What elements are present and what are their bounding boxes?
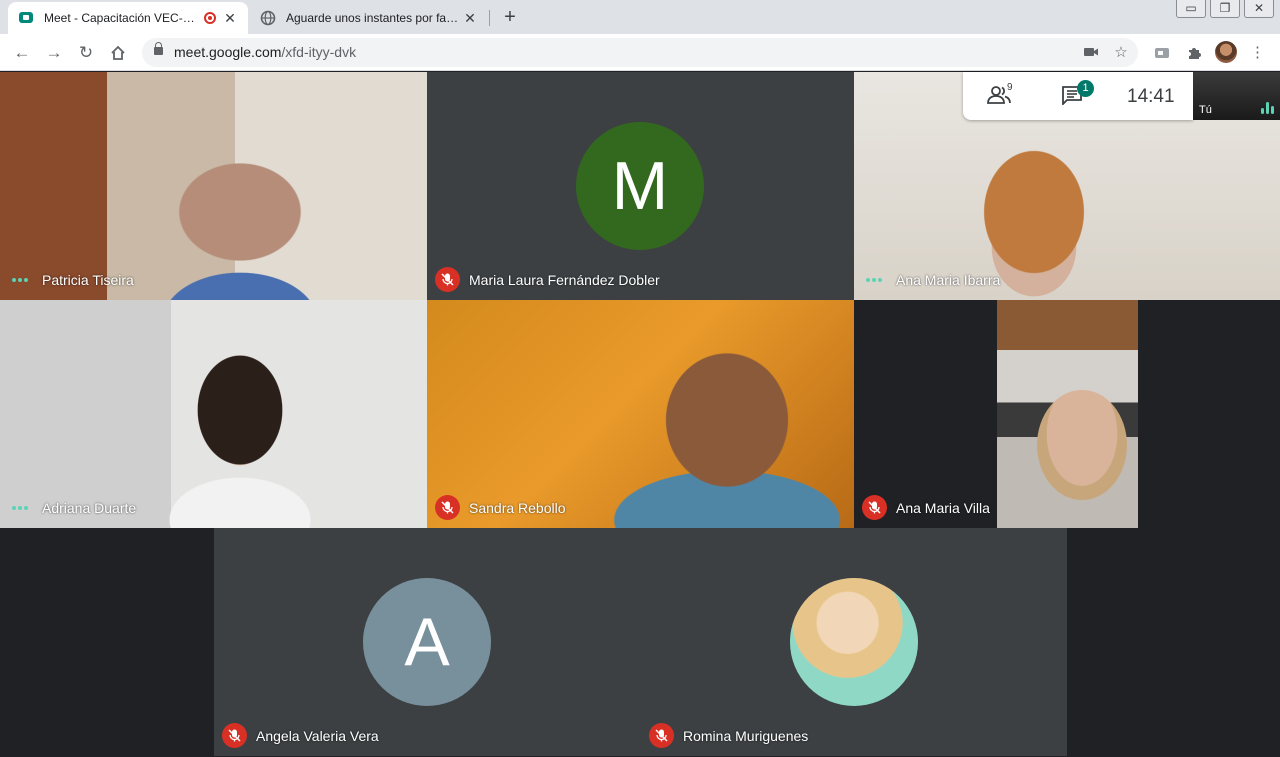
mic-off-icon (862, 495, 887, 520)
participant-avatar: M (576, 122, 704, 250)
mic-off-icon (222, 723, 247, 748)
audio-level-icon (1259, 102, 1274, 114)
url-path: /xfd-ityy-dvk (281, 44, 357, 60)
profile-avatar[interactable] (1215, 41, 1237, 63)
tab-title: Meet - Capacitación VEC-EDUCA (44, 11, 200, 25)
forward-arrow-icon[interactable]: → (40, 39, 68, 67)
browser-toolbar: ← → ↻ meet.google.com/xfd-ityy-dvk ☆ ⋮ (0, 34, 1280, 71)
menu-kebab-icon[interactable]: ⋮ (1250, 42, 1265, 64)
participant-name: Ana Maria Ibarra (896, 272, 1001, 288)
recording-indicator-icon (204, 12, 216, 24)
close-tab-icon[interactable]: ✕ (462, 10, 478, 26)
participant-tile[interactable]: Patricia Tiseira (0, 72, 427, 300)
camera-permission-icon[interactable] (1082, 44, 1100, 62)
reload-icon[interactable]: ↻ (72, 39, 100, 67)
url-host: meet.google.com (174, 44, 282, 60)
new-tab-button[interactable]: + (498, 5, 522, 29)
participant-video (997, 300, 1138, 528)
restore-button[interactable]: ❐ (1210, 0, 1240, 18)
minimize-button[interactable]: ▭ (1176, 0, 1206, 18)
participant-name: Sandra Rebollo (469, 500, 566, 516)
self-view-tile[interactable]: Tú (1193, 72, 1280, 120)
extensions-puzzle-icon[interactable] (1184, 42, 1204, 64)
lock-icon (154, 42, 163, 55)
participant-face (1037, 390, 1127, 500)
participant-photo-avatar (790, 578, 918, 706)
participant-tile[interactable]: A Angela Valeria Vera (214, 528, 641, 756)
participant-name: Romina Muriguenes (683, 728, 809, 744)
participant-name: Angela Valeria Vera (256, 728, 379, 744)
back-arrow-icon[interactable]: ← (8, 39, 36, 67)
participant-count: 9 (1007, 82, 1013, 93)
meet-favicon-icon (18, 10, 34, 26)
address-bar[interactable]: meet.google.com/xfd-ityy-dvk ☆ (142, 38, 1138, 67)
participant-avatar: A (363, 578, 491, 706)
tab-aguarde[interactable]: Aguarde unos instantes por favor... ✕ (250, 2, 488, 34)
speaking-indicator-icon (12, 506, 30, 510)
participant-name: Adriana Duarte (42, 500, 137, 516)
tab-meet[interactable]: Meet - Capacitación VEC-EDUCA ✕ (8, 2, 248, 34)
participant-tile[interactable]: Romina Muriguenes (641, 528, 1067, 756)
globe-icon (260, 10, 276, 26)
bookmark-star-icon[interactable]: ☆ (1112, 44, 1130, 62)
speaking-indicator-icon (12, 278, 30, 282)
mic-off-icon (649, 723, 674, 748)
mic-off-icon (435, 495, 460, 520)
self-label: Tú (1199, 104, 1212, 116)
meeting-clock: 14:41 (1127, 86, 1175, 107)
participant-tile[interactable]: Adriana Duarte (0, 300, 427, 528)
participant-name: Ana Maria Villa (896, 500, 990, 516)
participant-tile[interactable]: M Maria Laura Fernández Dobler (427, 72, 854, 300)
meeting-info-bar: 9 1 14:41 (963, 72, 1193, 120)
url-text: meet.google.com/xfd-ityy-dvk (174, 44, 356, 60)
participant-tile[interactable]: Sandra Rebollo (427, 300, 854, 528)
participant-tile[interactable]: Ana Maria Villa (854, 300, 1280, 528)
speaking-indicator-icon (866, 278, 884, 282)
window-controls: ▭ ❐ ✕ (1172, 0, 1274, 18)
close-tab-icon[interactable]: ✕ (222, 10, 238, 26)
cast-extension-icon[interactable] (1152, 42, 1172, 64)
tab-divider (489, 10, 490, 26)
participant-name: Patricia Tiseira (42, 272, 134, 288)
tab-title: Aguarde unos instantes por favor... (286, 11, 462, 25)
home-icon[interactable] (104, 39, 132, 67)
close-window-button[interactable]: ✕ (1244, 0, 1274, 18)
mic-off-icon (435, 267, 460, 292)
participant-name: Maria Laura Fernández Dobler (469, 272, 660, 288)
chat-unread-badge: 1 (1077, 80, 1094, 97)
browser-tab-strip: Meet - Capacitación VEC-EDUCA ✕ Aguarde … (0, 0, 1280, 34)
